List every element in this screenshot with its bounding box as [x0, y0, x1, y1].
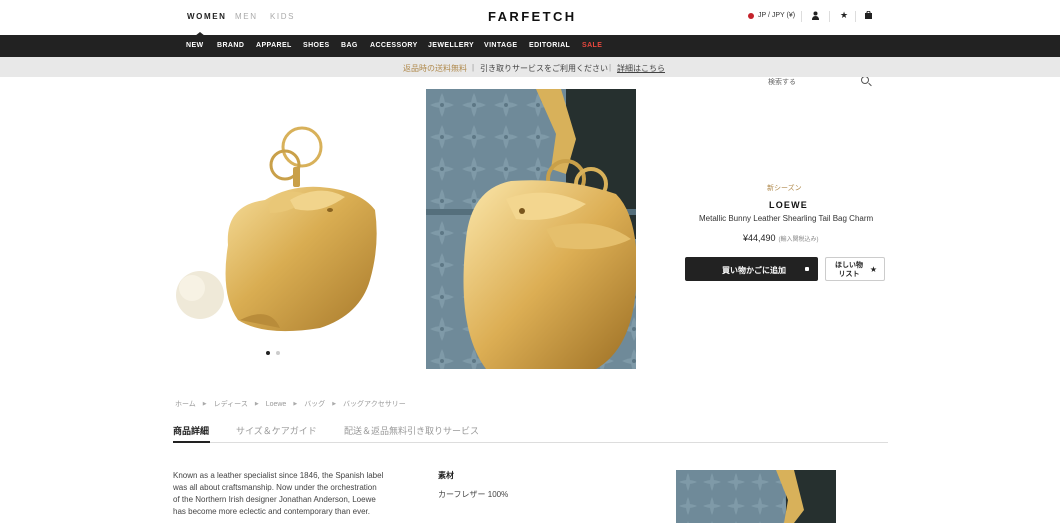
chevron-right-icon: ▶ — [202, 401, 207, 407]
breadcrumb-home[interactable]: ホーム — [175, 399, 196, 409]
nav-jewellery[interactable]: JEWELLERY — [428, 42, 474, 49]
wishlist-label-line1: ほしい物 — [835, 262, 863, 269]
promo-free-returns: 返品時の送料無料 — [403, 64, 467, 73]
product-brand[interactable]: LOEWE — [769, 200, 808, 210]
image-carousel-dots[interactable] — [266, 351, 280, 355]
breadcrumb: ホーム ▶ レディース ▶ Loewe ▶ バッグ ▶ バッグアクセサリー — [175, 399, 406, 409]
product-image-main[interactable] — [170, 105, 385, 340]
search-placeholder: 検索する — [768, 79, 796, 86]
wishlist-label-line2: リスト — [838, 271, 860, 278]
top-header: WOMEN MEN KIDS FARFETCH JP / JPY (¥) ★ — [0, 0, 1060, 35]
add-to-bag-button[interactable]: 買い物かごに追加 — [685, 257, 818, 281]
promo-details-link[interactable]: 詳細はこちら — [617, 63, 665, 74]
description-line: has become more eclectic and contemporar… — [173, 507, 370, 516]
tab-delivery-returns[interactable]: 配送＆返品無料引き取りサービス — [344, 424, 479, 437]
promo-separator: | — [609, 63, 612, 72]
breadcrumb-ladies[interactable]: レディース — [214, 399, 248, 409]
active-tab-indicator — [173, 441, 210, 443]
star-icon: ★ — [869, 265, 877, 274]
product-name: Metallic Bunny Leather Shearling Tail Ba… — [699, 214, 874, 223]
bag-icon — [805, 267, 809, 271]
nav-vintage[interactable]: VINTAGE — [484, 42, 517, 49]
promo-pickup-text: 引き取りサービスをご利用ください — [480, 64, 608, 73]
carousel-dot-2[interactable] — [276, 351, 280, 355]
farfetch-logo[interactable]: FARFETCH — [488, 9, 577, 24]
region-selector[interactable]: JP / JPY (¥) — [748, 12, 795, 19]
breadcrumb-bags[interactable]: バッグ — [304, 399, 325, 409]
material-heading: 素材 — [438, 471, 454, 480]
wishlist-label: ほしい物 リスト — [834, 261, 864, 279]
nav-editorial[interactable]: EDITORIAL — [529, 42, 570, 49]
product-image-detail[interactable] — [426, 89, 636, 369]
breadcrumb-bag-accessories[interactable]: バッグアクセサリー — [343, 399, 406, 409]
nav-bag[interactable]: BAG — [341, 42, 358, 49]
promo-separator: | — [472, 63, 475, 72]
carousel-dot-1[interactable] — [266, 351, 270, 355]
nav-brand[interactable]: BRAND — [217, 42, 244, 49]
gender-kids[interactable]: KIDS — [270, 12, 295, 21]
nav-shoes[interactable]: SHOES — [303, 42, 330, 49]
divider — [855, 11, 856, 22]
search-icon[interactable] — [861, 76, 869, 84]
nav-new[interactable]: NEW — [186, 42, 204, 49]
divider — [829, 11, 830, 22]
tab-size-care[interactable]: サイズ＆ケアガイド — [236, 424, 317, 437]
price-note: (輸入関税込み) — [778, 237, 819, 243]
breadcrumb-brand[interactable]: Loewe — [266, 401, 287, 408]
description-line: Known as a leather specialist since 1846… — [173, 471, 384, 480]
product-description: Known as a leather specialist since 1846… — [173, 470, 393, 518]
gender-men[interactable]: MEN — [235, 12, 258, 21]
account-icon[interactable] — [812, 11, 819, 22]
chevron-right-icon: ▶ — [293, 401, 298, 407]
add-to-wishlist-button[interactable]: ほしい物リスト ★ — [825, 257, 885, 281]
promo-banner: 返品時の送料無料 | 引き取りサービスをご利用ください | 詳細はこちら — [0, 57, 1060, 77]
nav-apparel[interactable]: APPAREL — [256, 42, 292, 49]
add-to-bag-label: 買い物かごに追加 — [722, 266, 786, 275]
japan-flag-icon — [748, 12, 754, 19]
new-season-label: 新シーズン — [767, 185, 802, 192]
description-line: of the Northern Irish designer Jonathan … — [173, 495, 376, 504]
tab-product-details[interactable]: 商品詳細 — [173, 424, 209, 437]
nav-accessory[interactable]: ACCESSORY — [370, 42, 418, 49]
nav-sale[interactable]: SALE — [582, 42, 602, 49]
description-line: was all about craftsmanship. Now under t… — [173, 483, 377, 492]
product-price: ¥44,490 (輸入関税込み) — [743, 233, 819, 243]
product-tabs: 商品詳細 サイズ＆ケアガイド 配送＆返品無料引き取りサービス — [173, 423, 888, 443]
divider — [801, 11, 802, 22]
wishlist-icon[interactable]: ★ — [840, 10, 848, 21]
chevron-right-icon: ▶ — [332, 401, 337, 407]
price-value: ¥44,490 — [743, 233, 776, 243]
material-value: カーフレザー 100% — [438, 490, 509, 499]
product-image-thumbnail[interactable] — [676, 470, 836, 523]
main-nav: NEW BRAND APPAREL SHOES BAG ACCESSORY JE… — [0, 35, 1060, 89]
chevron-right-icon: ▶ — [254, 401, 259, 407]
gender-women[interactable]: WOMEN — [187, 12, 227, 21]
region-label: JP / JPY (¥) — [758, 12, 796, 19]
bag-icon[interactable] — [865, 10, 872, 21]
